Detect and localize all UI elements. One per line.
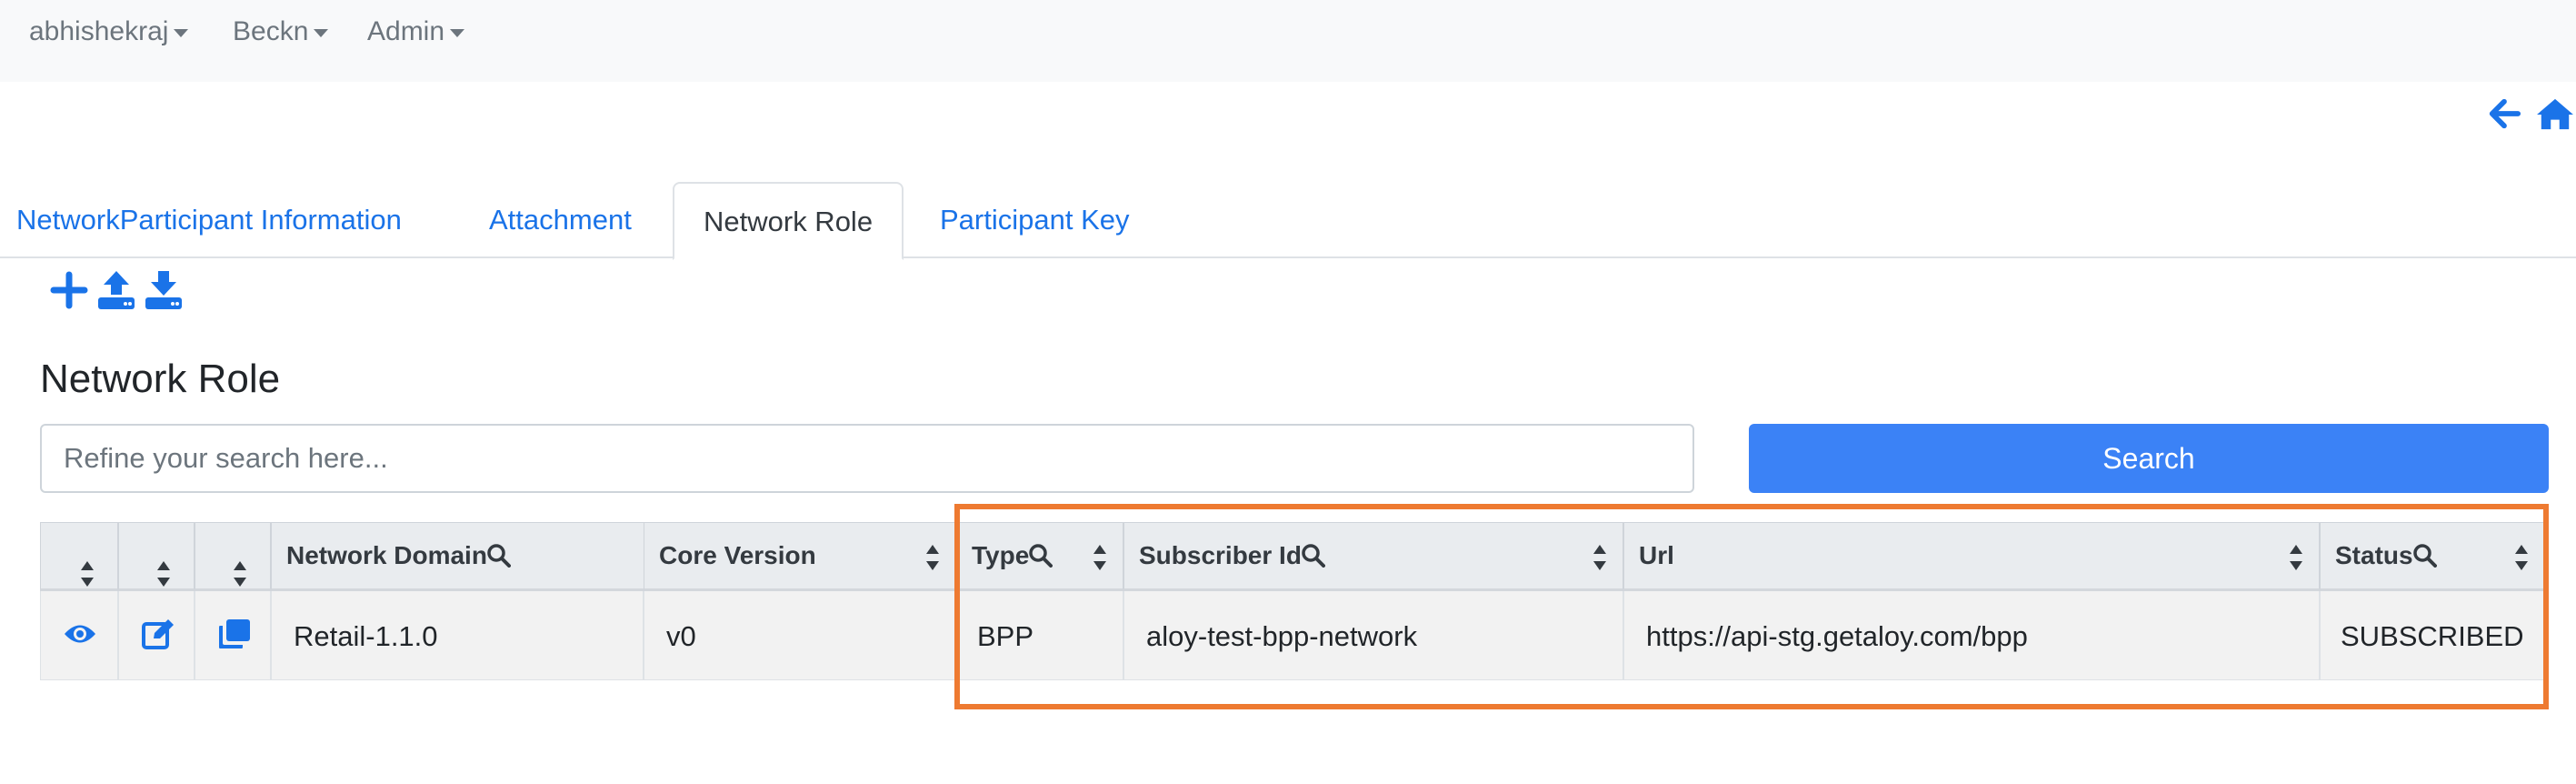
column-header-status[interactable]: Status bbox=[2320, 522, 2545, 591]
nav-beckn-menu[interactable]: Beckn bbox=[233, 16, 329, 47]
tab-participant-key[interactable]: Participant Key bbox=[940, 182, 1130, 258]
table-row-view-cell bbox=[40, 591, 118, 680]
sort-icon[interactable] bbox=[1092, 543, 1108, 572]
table-row-edit-cell bbox=[118, 591, 195, 680]
column-header-type[interactable]: Type bbox=[956, 522, 1123, 591]
type-cell: BPP bbox=[956, 591, 1123, 680]
core-version-cell: v0 bbox=[644, 591, 956, 680]
nav-admin-menu[interactable]: Admin bbox=[367, 16, 465, 47]
sort-icon[interactable] bbox=[232, 559, 248, 588]
search-icon[interactable] bbox=[1029, 544, 1053, 568]
edit-icon[interactable] bbox=[141, 618, 175, 649]
column-header-url[interactable]: Url bbox=[1623, 522, 2320, 591]
subscriber-id-header-text: Subscriber Id bbox=[1139, 541, 1302, 569]
search-icon[interactable] bbox=[2412, 544, 2437, 568]
column-header-view[interactable] bbox=[40, 522, 118, 591]
core-version-header-text: Core Version bbox=[659, 541, 816, 569]
caret-down-icon bbox=[174, 28, 189, 37]
nav-user-menu[interactable]: abhishekraj bbox=[29, 16, 189, 47]
network-domain-header-text: Network Domain bbox=[286, 541, 487, 569]
network-role-table: Network Domain Core Version Type Subscri… bbox=[40, 522, 2545, 680]
sort-icon[interactable] bbox=[2288, 543, 2304, 572]
type-header-text: Type bbox=[972, 541, 1030, 569]
upload-icon[interactable] bbox=[96, 269, 136, 311]
caret-down-icon bbox=[314, 28, 329, 37]
page-title: Network Role bbox=[40, 357, 281, 401]
column-header-core-version[interactable]: Core Version bbox=[644, 522, 956, 591]
copy-icon[interactable] bbox=[217, 618, 252, 649]
column-header-label: Core Version bbox=[659, 541, 816, 570]
url-header-text: Url bbox=[1639, 541, 1674, 569]
status-header-text: Status bbox=[2335, 541, 2413, 569]
plus-icon[interactable] bbox=[49, 269, 89, 311]
search-input[interactable] bbox=[40, 424, 1694, 493]
caret-down-icon bbox=[450, 28, 465, 37]
subscriber-id-value: aloy-test-bpp-network bbox=[1146, 620, 1418, 652]
column-header-copy[interactable] bbox=[195, 522, 271, 591]
sort-icon[interactable] bbox=[155, 559, 172, 588]
subscriber-id-cell: aloy-test-bpp-network bbox=[1123, 591, 1623, 680]
sort-icon[interactable] bbox=[2513, 543, 2530, 572]
column-header-label: Subscriber Id bbox=[1139, 541, 1325, 570]
nav-admin-label: Admin bbox=[367, 16, 445, 46]
top-navbar: abhishekraj Beckn Admin bbox=[0, 0, 2576, 82]
sort-icon[interactable] bbox=[79, 559, 95, 588]
column-header-label: Url bbox=[1639, 541, 1674, 570]
home-icon[interactable] bbox=[2534, 96, 2576, 131]
column-header-label: Type bbox=[972, 541, 1053, 570]
status-value: SUBSCRIBED bbox=[2341, 620, 2524, 652]
back-arrow-icon[interactable] bbox=[2487, 96, 2521, 131]
download-icon[interactable] bbox=[144, 269, 184, 311]
network-domain-value: Retail-1.1.0 bbox=[294, 620, 438, 652]
sort-icon[interactable] bbox=[924, 543, 941, 572]
search-icon[interactable] bbox=[487, 544, 511, 568]
tab-networkparticipant-information[interactable]: NetworkParticipant Information bbox=[16, 182, 402, 258]
search-icon[interactable] bbox=[1302, 544, 1325, 568]
column-header-subscriber-id[interactable]: Subscriber Id bbox=[1123, 522, 1623, 591]
core-version-value: v0 bbox=[666, 620, 696, 652]
network-domain-cell: Retail-1.1.0 bbox=[271, 591, 644, 680]
column-header-network-domain[interactable]: Network Domain bbox=[271, 522, 684, 591]
tab-attachment[interactable]: Attachment bbox=[489, 182, 632, 258]
column-header-label: Network Domain bbox=[286, 541, 511, 570]
tab-bar: NetworkParticipant Information Attachmen… bbox=[0, 182, 2576, 260]
type-value: BPP bbox=[977, 620, 1034, 652]
eye-icon[interactable] bbox=[63, 618, 97, 649]
sort-icon[interactable] bbox=[1592, 543, 1608, 572]
url-value: https://api-stg.getaloy.com/bpp bbox=[1646, 620, 2028, 652]
nav-beckn-label: Beckn bbox=[233, 16, 309, 46]
nav-user-label: abhishekraj bbox=[29, 16, 169, 46]
status-cell: SUBSCRIBED bbox=[2320, 591, 2545, 680]
column-header-label: Status bbox=[2335, 541, 2437, 570]
column-header-edit[interactable] bbox=[118, 522, 195, 591]
search-button[interactable]: Search bbox=[1749, 424, 2549, 493]
tab-network-role[interactable]: Network Role bbox=[673, 182, 904, 260]
table-row-copy-cell bbox=[195, 591, 271, 680]
url-cell: https://api-stg.getaloy.com/bpp bbox=[1623, 591, 2320, 680]
